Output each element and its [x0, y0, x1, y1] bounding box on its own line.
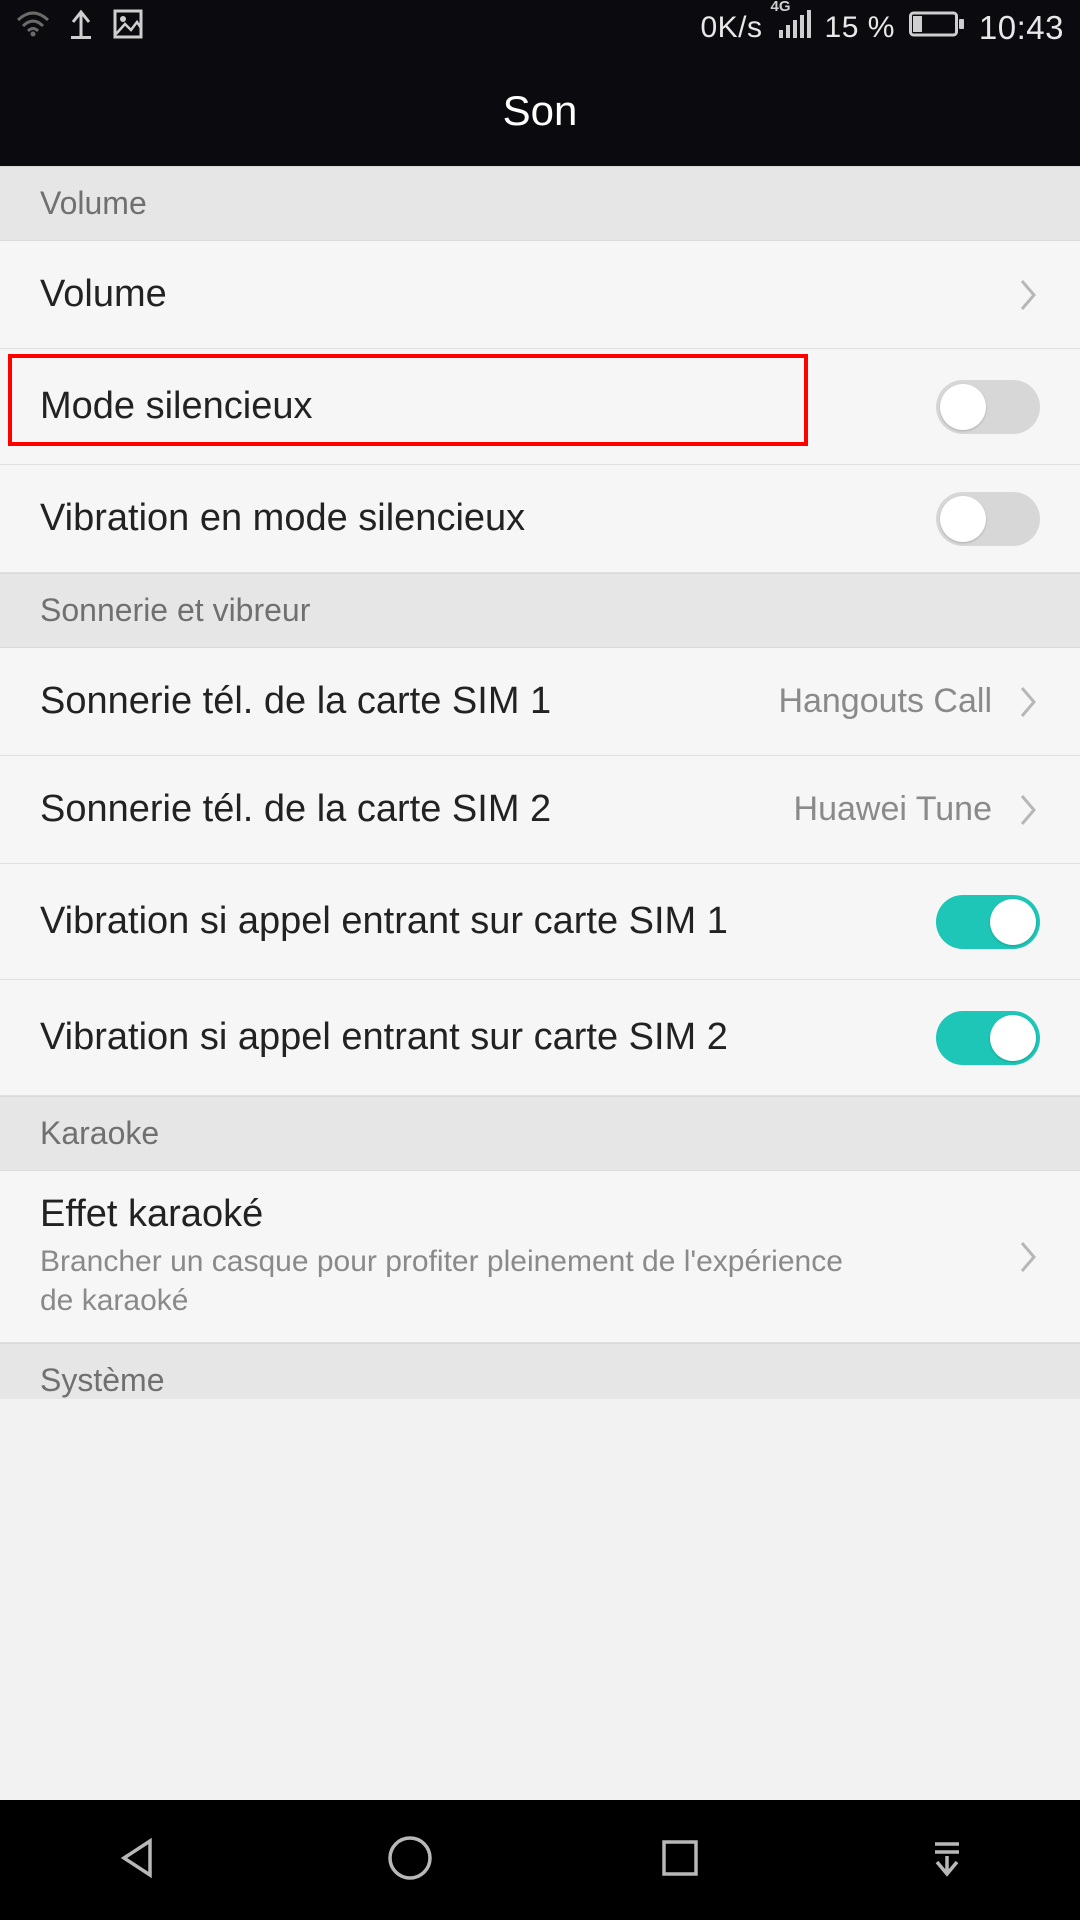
row-vibrate-sim1-label: Vibration si appel entrant sur carte SIM… — [40, 900, 936, 943]
section-header-system: Système — [0, 1343, 1080, 1399]
row-sim2-label: Sonnerie tél. de la carte SIM 2 — [40, 788, 794, 831]
chevron-right-icon — [1018, 1237, 1040, 1277]
navigation-bar — [0, 1800, 1080, 1920]
page-title: Son — [503, 87, 578, 135]
row-vibrate-sim1[interactable]: Vibration si appel entrant sur carte SIM… — [0, 864, 1080, 980]
toggle-vibrate-silent[interactable] — [936, 492, 1040, 546]
upload-icon — [68, 8, 94, 48]
toggle-vibrate-sim2[interactable] — [936, 1011, 1040, 1065]
section-header-karaoke: Karaoke — [0, 1096, 1080, 1171]
row-vibrate-sim2[interactable]: Vibration si appel entrant sur carte SIM… — [0, 980, 1080, 1096]
section-header-ringtone: Sonnerie et vibreur — [0, 573, 1080, 648]
netspeed-label: 0K/s — [700, 11, 762, 45]
row-volume-label: Volume — [40, 273, 1018, 316]
chevron-right-icon — [1018, 275, 1040, 315]
row-sim1-ringtone[interactable]: Sonnerie tél. de la carte SIM 1 Hangouts… — [0, 648, 1080, 756]
pulldown-button[interactable] — [923, 1834, 971, 1887]
chevron-right-icon — [1018, 682, 1040, 722]
row-karaoke-effect[interactable]: Effet karaoké Brancher un casque pour pr… — [0, 1171, 1080, 1343]
row-vibrate-silent-label: Vibration en mode silencieux — [40, 497, 936, 540]
clock-label: 10:43 — [979, 9, 1064, 47]
row-volume[interactable]: Volume — [0, 241, 1080, 349]
row-karaoke-sub: Brancher un casque pour profiter pleinem… — [40, 1242, 860, 1320]
recent-apps-button[interactable] — [656, 1834, 704, 1887]
status-right: 0K/s 4G 15 % 10:43 — [700, 9, 1064, 47]
home-button[interactable] — [383, 1831, 437, 1890]
status-bar: 0K/s 4G 15 % 10:43 — [0, 0, 1080, 56]
row-sim2-value: Huawei Tune — [794, 790, 992, 829]
battery-icon — [909, 10, 965, 46]
status-left — [16, 8, 144, 48]
row-vibrate-silent[interactable]: Vibration en mode silencieux — [0, 465, 1080, 573]
wifi-icon — [16, 10, 50, 46]
battery-percent-label: 15 % — [825, 11, 895, 45]
back-button[interactable] — [110, 1831, 164, 1890]
row-silent-mode[interactable]: Mode silencieux — [0, 349, 1080, 465]
row-vibrate-sim2-label: Vibration si appel entrant sur carte SIM… — [40, 1016, 936, 1059]
page-title-bar: Son — [0, 56, 1080, 166]
picture-icon — [112, 8, 144, 48]
row-sim2-ringtone[interactable]: Sonnerie tél. de la carte SIM 2 Huawei T… — [0, 756, 1080, 864]
chevron-right-icon — [1018, 790, 1040, 830]
section-header-volume: Volume — [0, 166, 1080, 241]
toggle-silent-mode[interactable] — [936, 380, 1040, 434]
row-silent-label: Mode silencieux — [40, 385, 936, 428]
signal-icon: 4G — [777, 10, 811, 46]
toggle-vibrate-sim1[interactable] — [936, 895, 1040, 949]
row-sim1-label: Sonnerie tél. de la carte SIM 1 — [40, 680, 778, 723]
row-karaoke-title: Effet karaoké — [40, 1193, 998, 1236]
row-sim1-value: Hangouts Call — [778, 682, 992, 721]
